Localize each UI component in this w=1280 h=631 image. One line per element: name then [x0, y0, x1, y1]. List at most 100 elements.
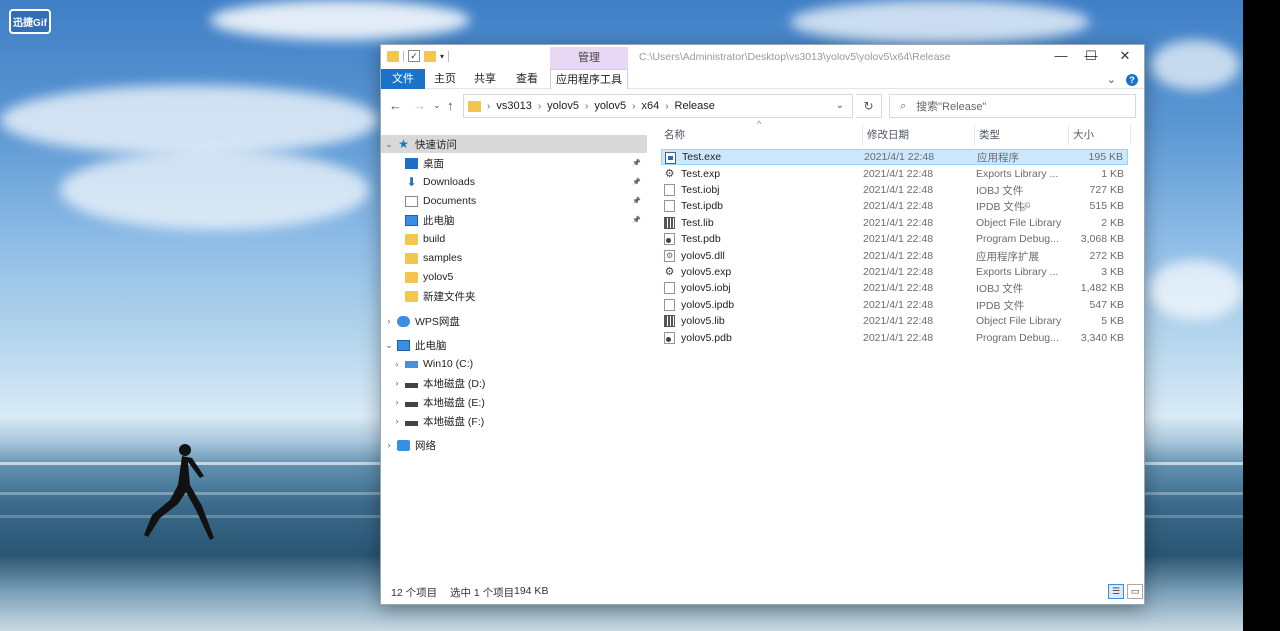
- nav-drive-d[interactable]: › 本地磁盘 (D:): [381, 374, 647, 392]
- breadcrumb-vs3013[interactable]: vs3013: [496, 100, 531, 112]
- column-header-name[interactable]: 名称: [664, 125, 685, 145]
- expand-ribbon-icon[interactable]: ⌄: [1107, 73, 1116, 86]
- file-type: IOBJ 文件: [976, 282, 1024, 295]
- tab-file[interactable]: 文件: [381, 69, 425, 89]
- breadcrumb-separator[interactable]: ›: [585, 101, 588, 112]
- tab-view[interactable]: 查看: [513, 69, 541, 89]
- pdb-file-icon: [664, 332, 675, 344]
- nav-drive-e[interactable]: › 本地磁盘 (E:): [381, 393, 647, 411]
- column-header-date[interactable]: 修改日期: [867, 125, 909, 145]
- table-row[interactable]: yolov5.iobj 2021/4/1 22:48 IOBJ 文件 1,482…: [661, 280, 1128, 296]
- column-divider[interactable]: [974, 125, 975, 145]
- nav-samples[interactable]: samples: [381, 249, 647, 267]
- tab-home[interactable]: 主页: [431, 69, 459, 89]
- collapse-icon[interactable]: ⌄: [381, 340, 397, 351]
- nav-yolov5[interactable]: yolov5: [381, 268, 647, 286]
- gear-file-icon: ⚙: [664, 168, 675, 180]
- nav-this-pc-pinned[interactable]: 此电脑 📌: [381, 211, 647, 229]
- nav-quick-access[interactable]: ⌄ ★ 快速访问: [381, 135, 647, 153]
- table-row[interactable]: ⚙ yolov5.exp 2021/4/1 22:48 Exports Libr…: [661, 264, 1128, 280]
- collapse-icon[interactable]: ⌄: [381, 139, 397, 150]
- nav-network[interactable]: › 网络: [381, 436, 647, 454]
- breadcrumb-yolov5-inner[interactable]: yolov5: [594, 100, 626, 112]
- navigation-pane: ⌄ ★ 快速访问 桌面 📌 ⬇ Downloads 📌 Documents 📌 …: [381, 125, 649, 580]
- nav-drive-c[interactable]: › Win10 (C:): [381, 355, 647, 373]
- search-input[interactable]: ⌕ 搜索"Release": [889, 94, 1136, 118]
- expand-icon[interactable]: ›: [389, 378, 405, 388]
- column-header-type[interactable]: 类型: [979, 125, 1000, 145]
- table-row[interactable]: yolov5.pdb 2021/4/1 22:48 Program Debug.…: [661, 330, 1128, 346]
- customize-toolbar-icon[interactable]: ▾: [440, 52, 444, 61]
- tab-application-tools[interactable]: 应用程序工具: [550, 69, 628, 89]
- sort-ascending-icon: ^: [757, 119, 762, 129]
- breadcrumb-separator[interactable]: ›: [487, 101, 490, 112]
- nav-documents[interactable]: Documents 📌: [381, 192, 647, 210]
- file-size: 1 KB: [1101, 168, 1124, 180]
- table-row[interactable]: Test.exe 2021/4/1 22:48 应用程序 195 KB: [661, 149, 1128, 165]
- column-divider[interactable]: [1130, 125, 1131, 145]
- expand-icon[interactable]: ›: [381, 440, 397, 450]
- table-row[interactable]: ⚙ Test.exp 2021/4/1 22:48 Exports Librar…: [661, 166, 1128, 182]
- table-row[interactable]: yolov5.dll 2021/4/1 22:48 应用程序扩展 272 KB: [661, 248, 1128, 264]
- properties-icon[interactable]: ✓: [408, 50, 420, 62]
- file-type: Exports Library ...: [976, 168, 1059, 180]
- tab-share[interactable]: 共享: [471, 69, 499, 89]
- breadcrumb-release[interactable]: Release: [675, 100, 715, 112]
- nav-label: Win10 (C:): [423, 358, 474, 370]
- close-button[interactable]: ✕: [1108, 45, 1142, 69]
- expand-icon[interactable]: ›: [389, 397, 405, 407]
- address-bar[interactable]: › vs3013 › yolov5 › yolov5 › x64 › Relea…: [463, 94, 853, 118]
- nav-build[interactable]: build: [381, 230, 647, 248]
- help-icon[interactable]: ?: [1126, 73, 1138, 86]
- nav-wps-cloud[interactable]: › WPS网盘: [381, 312, 647, 330]
- table-row[interactable]: yolov5.lib 2021/4/1 22:48 Object File Li…: [661, 313, 1128, 329]
- file-name: Test.lib: [681, 217, 714, 229]
- table-row[interactable]: Test.ipdb 2021/4/1 22:48 IPDB 文件 515 KB: [661, 198, 1128, 214]
- nav-downloads[interactable]: ⬇ Downloads 📌: [381, 173, 647, 191]
- breadcrumb-x64[interactable]: x64: [641, 100, 659, 112]
- expand-icon[interactable]: ›: [389, 416, 405, 426]
- file-size: 547 KB: [1089, 299, 1124, 311]
- up-button[interactable]: ↑: [447, 98, 454, 113]
- file-size: 272 KB: [1089, 250, 1124, 262]
- column-divider[interactable]: [862, 125, 863, 145]
- minimize-button-alt[interactable]: —: [1044, 45, 1078, 69]
- nav-desktop[interactable]: 桌面 📌: [381, 154, 647, 172]
- new-folder-icon[interactable]: [424, 50, 436, 62]
- download-icon: ⬇: [406, 174, 417, 189]
- refresh-button[interactable]: ↻: [856, 94, 882, 118]
- table-row[interactable]: Test.iobj 2021/4/1 22:48 IOBJ 文件 727 KB: [661, 182, 1128, 198]
- back-button[interactable]: ←: [389, 98, 402, 113]
- divider: [403, 50, 404, 62]
- table-row[interactable]: yolov5.ipdb 2021/4/1 22:48 IPDB 文件 547 K…: [661, 297, 1128, 313]
- address-dropdown-icon[interactable]: ⌄: [836, 100, 844, 111]
- nav-this-pc[interactable]: ⌄ 此电脑: [381, 336, 647, 354]
- file-size: 727 KB: [1089, 184, 1124, 196]
- file-type: IOBJ 文件: [976, 184, 1024, 197]
- file-name: Test.ipdb: [681, 200, 724, 212]
- breadcrumb-separator[interactable]: ›: [538, 101, 541, 112]
- forward-button[interactable]: →: [413, 98, 426, 113]
- file-name: yolov5.dll: [681, 250, 725, 262]
- table-row[interactable]: Test.lib 2021/4/1 22:48 Object File Libr…: [661, 215, 1128, 231]
- column-header-size[interactable]: 大小: [1073, 125, 1094, 145]
- recent-locations-button[interactable]: ⌄: [433, 100, 441, 111]
- folder-icon: [405, 271, 418, 283]
- breadcrumb-separator[interactable]: ›: [665, 101, 668, 112]
- expand-icon[interactable]: ›: [381, 316, 397, 326]
- file-type: Object File Library: [976, 315, 1062, 327]
- cloud: [790, 0, 1090, 44]
- folder-icon[interactable]: [387, 50, 399, 62]
- expand-icon[interactable]: ›: [389, 359, 405, 369]
- file-size: 5 KB: [1101, 315, 1124, 327]
- nav-new-folder[interactable]: 新建文件夹: [381, 287, 647, 305]
- column-divider[interactable]: [1068, 125, 1069, 145]
- breadcrumb-separator[interactable]: ›: [632, 101, 635, 112]
- breadcrumb-yolov5[interactable]: yolov5: [547, 100, 579, 112]
- maximize-button[interactable]: ☐: [1074, 45, 1108, 69]
- table-row[interactable]: Test.pdb 2021/4/1 22:48 Program Debug...…: [661, 231, 1128, 247]
- manage-tab[interactable]: 管理: [550, 47, 628, 69]
- large-icons-view-button[interactable]: ▭: [1127, 584, 1143, 599]
- nav-drive-f[interactable]: › 本地磁盘 (F:): [381, 412, 647, 430]
- details-view-button[interactable]: ☰: [1108, 584, 1124, 599]
